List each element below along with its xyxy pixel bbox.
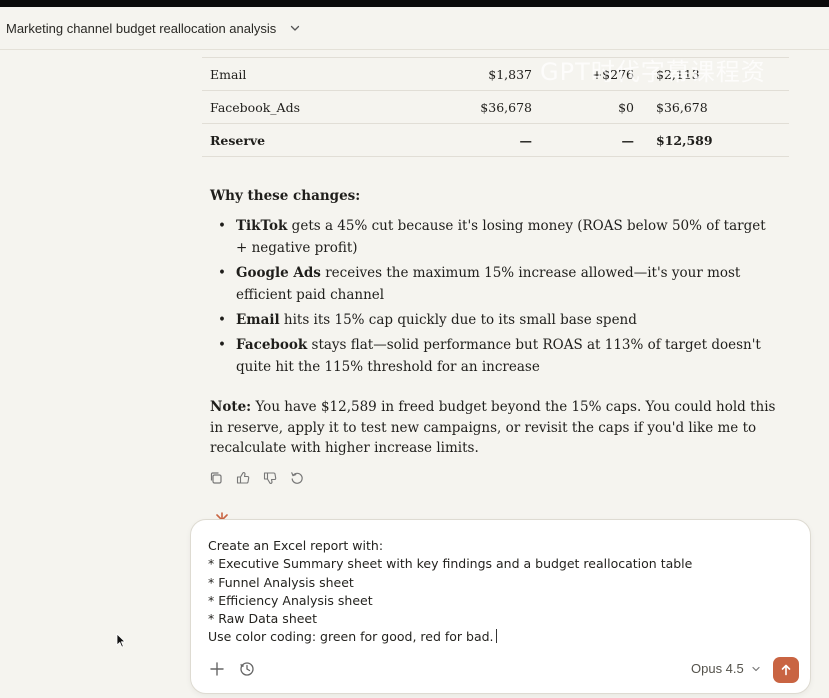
channel-cell: Email bbox=[202, 57, 452, 91]
send-button[interactable] bbox=[773, 657, 799, 683]
item-bold: Facebook bbox=[236, 337, 308, 353]
note-paragraph: Note: You have $12,589 in freed budget b… bbox=[210, 397, 780, 459]
note-label: Note: bbox=[210, 399, 252, 415]
composer-line: Use color coding: green for good, red fo… bbox=[208, 628, 798, 646]
list-item: TikTok gets a 45% cut because it's losin… bbox=[218, 215, 778, 259]
model-label: Opus 4.5 bbox=[691, 661, 744, 676]
reasons-list: TikTok gets a 45% cut because it's losin… bbox=[218, 215, 778, 381]
channel-cell: Reserve bbox=[202, 123, 452, 157]
model-selector[interactable]: Opus 4.5 bbox=[691, 661, 761, 676]
composer-line: * Efficiency Analysis sheet bbox=[208, 592, 373, 608]
thumbs-down-icon[interactable] bbox=[262, 470, 278, 486]
current-cell: $1,837 bbox=[452, 57, 540, 91]
composer-input[interactable]: Create an Excel report with: * Executive… bbox=[208, 537, 798, 647]
channel-cell: Facebook_Ads bbox=[202, 90, 452, 124]
send-arrow-icon bbox=[781, 664, 791, 676]
list-item: Email hits its 15% cap quickly due to it… bbox=[218, 309, 778, 331]
current-cell: $36,678 bbox=[452, 90, 540, 124]
composer-line: * Funnel Analysis sheet bbox=[208, 574, 354, 590]
current-cell: — bbox=[452, 123, 540, 157]
item-text: stays flat—solid performance but ROAS at… bbox=[236, 337, 761, 375]
composer-line: * Raw Data sheet bbox=[208, 611, 318, 627]
watermark-text: GPT时代字幕课程资 bbox=[540, 58, 766, 86]
chevron-down-icon bbox=[752, 666, 760, 671]
chat-title[interactable]: Marketing channel budget reallocation an… bbox=[6, 21, 276, 36]
mouse-pointer-icon bbox=[116, 633, 126, 648]
table-row: Facebook_Ads $36,678 $0 $36,678 bbox=[202, 90, 789, 124]
plus-icon[interactable] bbox=[209, 661, 225, 677]
text-caret bbox=[495, 629, 497, 644]
item-bold: TikTok bbox=[236, 218, 288, 234]
change-cell: $0 bbox=[540, 90, 642, 124]
list-item: Facebook stays flat—solid performance bu… bbox=[218, 334, 778, 378]
window-top-bar bbox=[0, 0, 829, 7]
item-text: hits its 15% cap quickly due to its smal… bbox=[279, 312, 637, 328]
new-cell: $12,589 bbox=[642, 123, 789, 157]
thumbs-up-icon[interactable] bbox=[235, 470, 251, 486]
composer-line: * Executive Summary sheet with key findi… bbox=[208, 556, 693, 572]
composer-line: Create an Excel report with: bbox=[208, 538, 384, 553]
clock-icon[interactable] bbox=[239, 661, 255, 677]
note-text: You have $12,589 in freed budget beyond … bbox=[210, 399, 776, 456]
change-cell: — bbox=[540, 123, 642, 157]
copy-icon[interactable] bbox=[208, 470, 224, 486]
table-row: Reserve — — $12,589 bbox=[202, 123, 789, 157]
item-text: gets a 45% cut because it's losing money… bbox=[236, 218, 766, 256]
retry-icon[interactable] bbox=[289, 470, 305, 486]
message-composer[interactable]: Create an Excel report with: * Executive… bbox=[190, 519, 811, 694]
item-bold: Email bbox=[236, 312, 280, 328]
chat-header: Marketing channel budget reallocation an… bbox=[0, 7, 829, 50]
new-cell: $36,678 bbox=[642, 90, 789, 124]
chevron-down-icon[interactable] bbox=[288, 21, 302, 35]
why-heading: Why these changes: bbox=[210, 188, 361, 204]
message-actions bbox=[208, 470, 305, 486]
composer-last-line: Use color coding: green for good, red fo… bbox=[208, 629, 494, 645]
item-bold: Google Ads bbox=[236, 265, 321, 281]
list-item: Google Ads receives the maximum 15% incr… bbox=[218, 262, 778, 306]
